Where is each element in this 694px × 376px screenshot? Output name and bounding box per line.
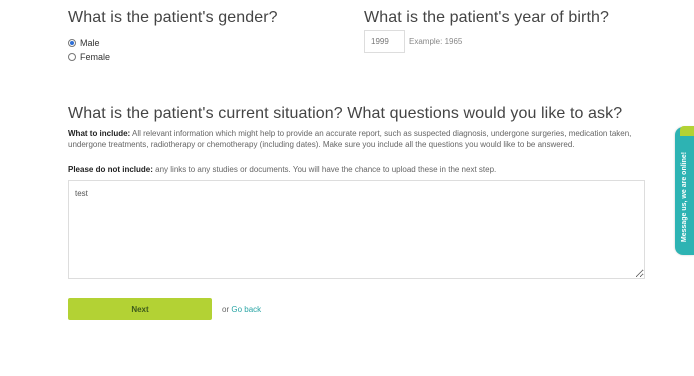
- exclude-instructions: Please do not include: any links to any …: [68, 164, 644, 175]
- gender-question-title: What is the patient's gender?: [68, 9, 278, 26]
- go-back-link[interactable]: Go back: [231, 305, 261, 314]
- include-label: What to include:: [68, 129, 131, 138]
- include-text: All relevant information which might hel…: [68, 129, 632, 149]
- male-radio[interactable]: [68, 39, 76, 47]
- birth-year-input[interactable]: [364, 30, 405, 53]
- chat-widget-label[interactable]: Message us, we are online!: [678, 133, 692, 261]
- female-radio[interactable]: [68, 53, 76, 61]
- birth-year-question-title: What is the patient's year of birth?: [364, 9, 609, 26]
- gender-option-male[interactable]: Male: [68, 38, 100, 48]
- go-back-prompt: or Go back: [222, 305, 261, 314]
- exclude-label: Please do not include:: [68, 165, 153, 174]
- gender-option-female[interactable]: Female: [68, 52, 110, 62]
- next-button[interactable]: Next: [68, 298, 212, 320]
- exclude-text: any links to any studies or documents. Y…: [155, 165, 497, 174]
- situation-question-title: What is the patient's current situation?…: [68, 105, 623, 122]
- or-text: or: [222, 305, 230, 314]
- situation-textarea[interactable]: test: [68, 180, 645, 279]
- male-label: Male: [80, 38, 100, 48]
- female-label: Female: [80, 52, 111, 62]
- include-instructions: What to include: All relevant informatio…: [68, 128, 644, 150]
- birth-year-example: Example: 1965: [409, 37, 463, 46]
